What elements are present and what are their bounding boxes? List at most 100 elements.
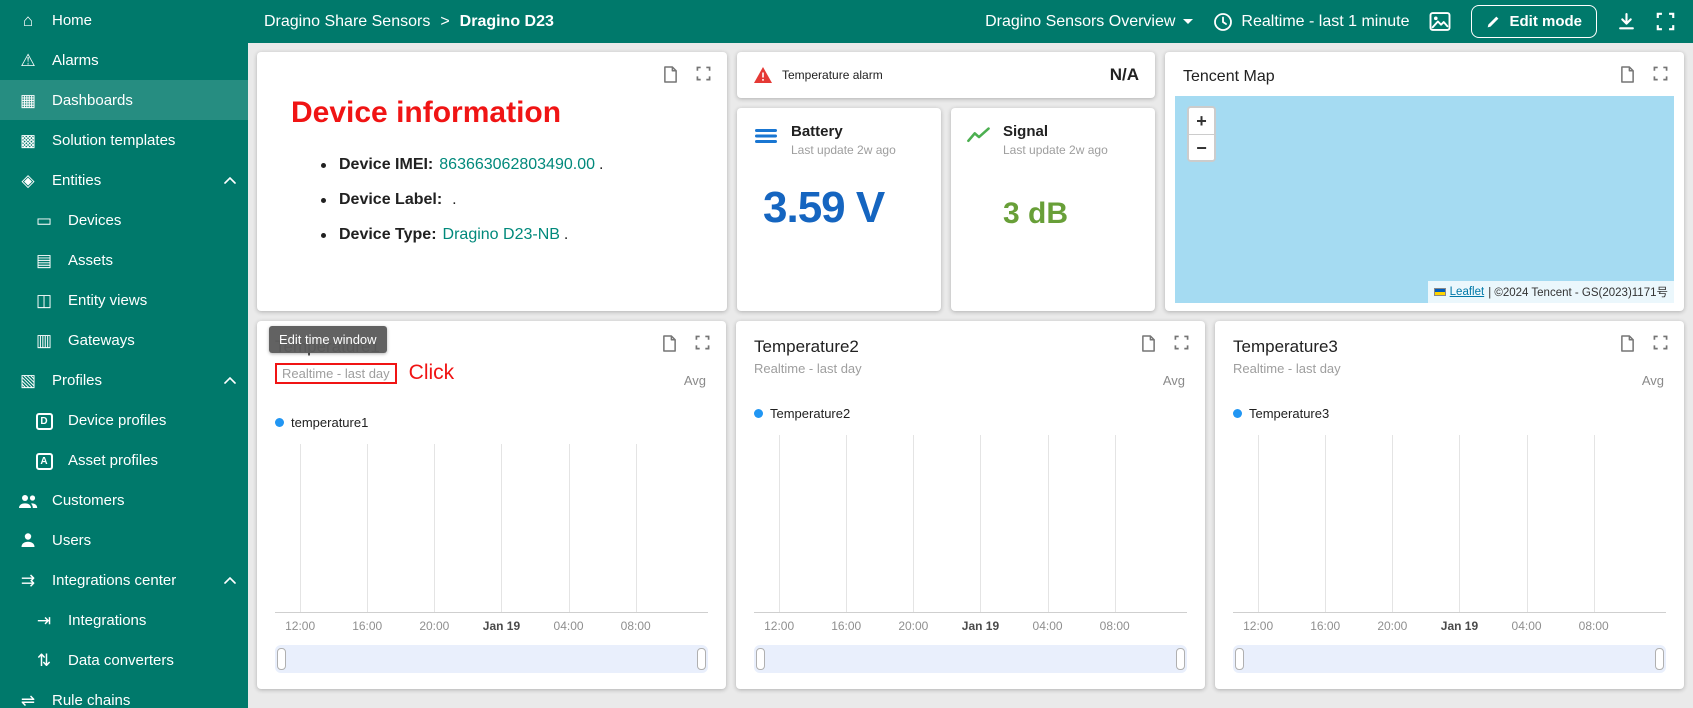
export-data-button[interactable]: [1620, 335, 1635, 352]
image-icon: [1429, 12, 1451, 31]
card-actions: [1141, 335, 1189, 352]
chart-title: Temperature2: [754, 337, 1187, 357]
series-dot-icon: [754, 409, 763, 418]
slider-handle-right[interactable]: [697, 648, 706, 670]
zoom-out-button[interactable]: −: [1189, 134, 1214, 160]
sidebar-item-profiles[interactable]: ▧ Profiles: [0, 360, 248, 400]
breadcrumb-parent[interactable]: Dragino Share Sensors: [264, 13, 430, 31]
aggregation-label: Avg: [1163, 373, 1185, 388]
entities-icon: ◈: [16, 172, 40, 189]
chevron-up-icon[interactable]: [224, 577, 236, 584]
sidebar-item-label: Entities: [52, 172, 101, 189]
device-type-value[interactable]: Dragino D23-NB: [443, 226, 560, 243]
asset-profiles-icon: A: [32, 450, 56, 471]
profiles-icon: ▧: [16, 372, 40, 389]
chart-timewindow[interactable]: Realtime - last day: [1233, 361, 1341, 376]
chevron-up-icon[interactable]: [224, 377, 236, 384]
alarms-icon: ⚠: [16, 52, 40, 69]
chart-legend[interactable]: Temperature2: [754, 406, 1187, 421]
signal-value: 3 dB: [1003, 197, 1139, 231]
slider-handle-left[interactable]: [1235, 648, 1244, 670]
sidebar-item-label: Asset profiles: [68, 452, 158, 469]
device-type-label: Device Type:: [339, 226, 437, 243]
device-label-label: Device Label:: [339, 191, 442, 208]
time-range-slider[interactable]: [754, 645, 1187, 673]
slider-handle-right[interactable]: [1176, 648, 1185, 670]
chart-timewindow[interactable]: Realtime - last day: [275, 363, 397, 384]
sidebar-item-label: Assets: [68, 252, 113, 269]
data-converters-icon: ⇅: [32, 652, 56, 669]
time-range-slider[interactable]: [1233, 645, 1666, 673]
map-canvas[interactable]: + − Leaflet | ©2024 Tencent - GS(2023)11…: [1175, 96, 1674, 303]
time-range-slider[interactable]: [275, 645, 708, 673]
chevron-up-icon[interactable]: [224, 177, 236, 184]
sidebar-item-gateways[interactable]: ▥ Gateways: [0, 320, 248, 360]
expand-widget-button[interactable]: [1653, 66, 1668, 83]
slider-handle-right[interactable]: [1655, 648, 1664, 670]
alarm-label: Temperature alarm: [782, 68, 883, 82]
export-data-button[interactable]: [663, 66, 678, 83]
battery-title: Battery: [791, 123, 896, 140]
dashboard-select-dropdown[interactable]: Dragino Sensors Overview: [985, 13, 1193, 31]
tencent-map-card: Tencent Map + − Leaflet | ©2024 Tencent …: [1165, 52, 1684, 311]
sidebar-item-assets[interactable]: ▤ Assets: [0, 240, 248, 280]
leaflet-link[interactable]: Leaflet: [1450, 286, 1485, 298]
image-export-button[interactable]: [1429, 12, 1451, 31]
sidebar-item-solution-templates[interactable]: ▩ Solution templates: [0, 120, 248, 160]
chart-plot-area: [275, 444, 708, 613]
download-button[interactable]: [1617, 12, 1636, 31]
header-actions: Dragino Sensors Overview Realtime - last…: [985, 5, 1675, 38]
integrations-center-icon: ⇉: [16, 572, 40, 589]
sidebar-item-integrations-center[interactable]: ⇉ Integrations center: [0, 560, 248, 600]
sidebar-item-customers[interactable]: Customers: [0, 480, 248, 520]
sidebar-item-integrations[interactable]: ⇥ Integrations: [0, 600, 248, 640]
signal-card: Signal Last update 2w ago 3 dB: [951, 108, 1155, 311]
temperature3-chart-card: Temperature3 Realtime - last day Avg Tem…: [1215, 321, 1684, 689]
expand-widget-button[interactable]: [1653, 335, 1668, 352]
sidebar-item-label: Home: [52, 12, 92, 29]
sidebar-item-entity-views[interactable]: ◫ Entity views: [0, 280, 248, 320]
chart-legend[interactable]: Temperature3: [1233, 406, 1666, 421]
sidebar-item-data-converters[interactable]: ⇅ Data converters: [0, 640, 248, 680]
export-data-button[interactable]: [1620, 66, 1635, 83]
sidebar-item-device-profiles[interactable]: D Device profiles: [0, 400, 248, 440]
slider-handle-left[interactable]: [756, 648, 765, 670]
zoom-in-button[interactable]: +: [1189, 108, 1214, 134]
export-data-button[interactable]: [1141, 335, 1156, 352]
sidebar-item-label: Integrations center: [52, 572, 176, 589]
sidebar-item-dashboards[interactable]: ▦ Dashboards: [0, 80, 248, 120]
sidebar-item-rule-chains[interactable]: ⇌ Rule chains: [0, 680, 248, 708]
series-dot-icon: [1233, 409, 1242, 418]
edit-mode-button[interactable]: Edit mode: [1471, 5, 1597, 38]
assets-icon: ▤: [32, 252, 56, 269]
slider-handle-left[interactable]: [277, 648, 286, 670]
dashboard-grid: Device information Device IMEI:863663062…: [248, 43, 1693, 708]
sidebar-item-label: Data converters: [68, 652, 174, 669]
device-info-card: Device information Device IMEI:863663062…: [257, 52, 727, 311]
solution-templates-icon: ▩: [16, 132, 40, 149]
legend-label: temperature1: [291, 415, 368, 430]
chart-legend[interactable]: temperature1: [275, 415, 708, 430]
temperature1-chart-card: Edit time window Temperature1 Realtime -…: [257, 321, 726, 689]
sidebar-item-home[interactable]: ⌂ Home: [0, 0, 248, 40]
expand-widget-button[interactable]: [696, 66, 711, 83]
export-data-button[interactable]: [662, 335, 677, 352]
dashboard-row-2: Edit time window Temperature1 Realtime -…: [257, 321, 1684, 689]
legend-label: Temperature3: [1249, 406, 1329, 421]
timewindow-button[interactable]: Realtime - last 1 minute: [1213, 12, 1409, 32]
device-label-row: Device Label:.: [339, 191, 709, 209]
sidebar-item-asset-profiles[interactable]: A Asset profiles: [0, 440, 248, 480]
expand-widget-button[interactable]: [695, 335, 710, 352]
battery-last-update: Last update 2w ago: [791, 143, 896, 157]
sidebar-item-label: Profiles: [52, 372, 102, 389]
fullscreen-button[interactable]: [1656, 12, 1675, 31]
device-imei-value[interactable]: 863663062803490.00: [439, 156, 595, 173]
sidebar-item-users[interactable]: Users: [0, 520, 248, 560]
device-imei-label: Device IMEI:: [339, 156, 433, 173]
sidebar-item-entities[interactable]: ◈ Entities: [0, 160, 248, 200]
chevron-down-icon: [1183, 19, 1193, 24]
sidebar-item-devices[interactable]: ▭ Devices: [0, 200, 248, 240]
sidebar-item-alarms[interactable]: ⚠ Alarms: [0, 40, 248, 80]
chart-timewindow[interactable]: Realtime - last day: [754, 361, 862, 376]
expand-widget-button[interactable]: [1174, 335, 1189, 352]
